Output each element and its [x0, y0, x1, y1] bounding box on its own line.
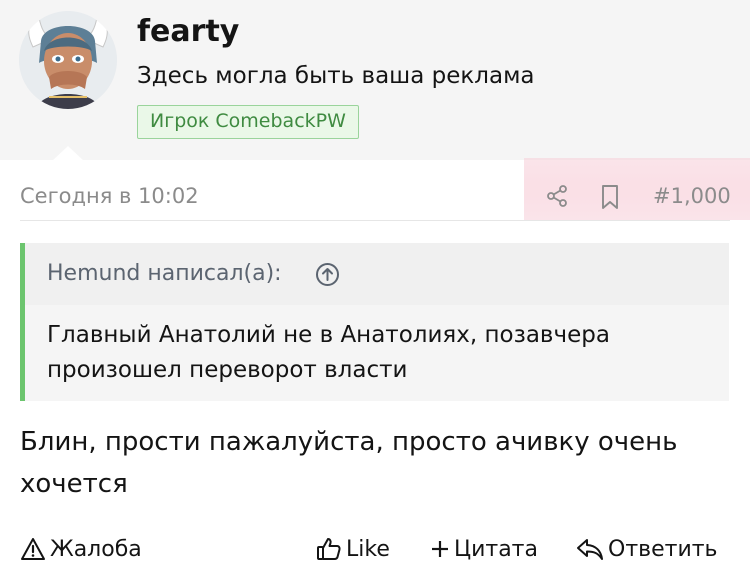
post-date[interactable]: Сегодня в 10:02 — [20, 184, 199, 208]
user-avatar[interactable] — [19, 11, 117, 109]
user-title: Здесь могла быть ваша реклама — [137, 63, 535, 89]
username[interactable]: fearty — [137, 14, 239, 49]
message-text: Блин, прости пажалуйста, просто ачивку о… — [20, 427, 678, 499]
message-pointer-arrow — [52, 146, 84, 161]
report-button[interactable]: Жалоба — [20, 533, 142, 565]
reply-icon — [577, 539, 603, 560]
bookmark-icon[interactable] — [598, 184, 622, 210]
arrow-up-circle-icon[interactable] — [315, 262, 340, 287]
share-icon[interactable] — [545, 184, 569, 208]
meta-divider — [20, 220, 730, 221]
reply-label: Ответить — [608, 536, 718, 562]
like-label: Like — [346, 536, 390, 562]
avatar-image-icon — [19, 11, 117, 109]
report-label: Жалоба — [50, 536, 142, 562]
post-number-link[interactable]: #1,000 — [653, 184, 731, 208]
quote-author[interactable]: Hemund написал(а): — [47, 261, 282, 286]
plus-icon — [432, 541, 448, 557]
quote-label: Цитата — [454, 536, 538, 562]
quote-text: Главный Анатолий не в Анатолиях, позавче… — [47, 322, 610, 383]
user-banner: Игрок ComebackPW — [137, 105, 359, 139]
warning-icon — [21, 538, 45, 560]
quote-button[interactable]: Цитата — [430, 533, 538, 565]
reply-button[interactable]: Ответить — [576, 533, 718, 565]
thumbs-up-icon — [317, 538, 341, 560]
like-button[interactable]: Like — [316, 533, 390, 565]
